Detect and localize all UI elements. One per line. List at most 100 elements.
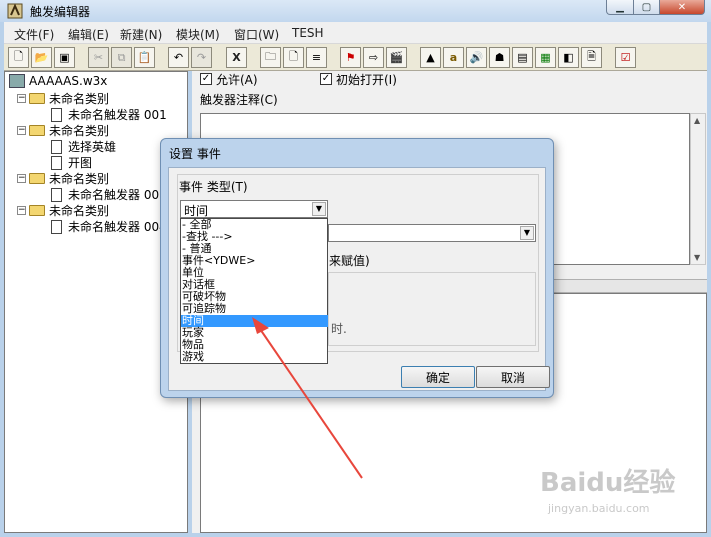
collapse-icon[interactable]: − (17, 126, 26, 135)
close-icon: ✕ (677, 1, 687, 13)
trigger-label: 未命名触发器 003 (68, 188, 167, 202)
test-map-icon[interactable]: 🗎 (581, 47, 602, 68)
sound-icon[interactable]: 🔊 (466, 47, 487, 68)
ai-icon[interactable]: ▤ (512, 47, 533, 68)
grid-icon[interactable]: ▦ (535, 47, 556, 68)
document-icon (51, 139, 62, 154)
ok-button[interactable]: 确定 (401, 366, 475, 388)
copy-icon[interactable]: ⧉ (111, 47, 132, 68)
clapper-icon[interactable]: 🎬 (386, 47, 407, 68)
import-icon[interactable]: ◧ (558, 47, 579, 68)
watermark: Baidu经验 jingyan.baidu.com (540, 462, 700, 532)
parameter-label: 来赋值) (329, 254, 370, 268)
save-icon[interactable]: ▣ (54, 47, 75, 68)
folder-icon (29, 93, 45, 104)
maximize-button[interactable]: ▢ (633, 0, 660, 15)
maximize-icon: ▢ (641, 1, 652, 13)
set-event-dialog: 设置 事件 事件 类型(T) 时间 ▼ ▼ 来赋值) 时. - 全部 -查找 --… (160, 138, 554, 398)
dialog-body: 事件 类型(T) 时间 ▼ ▼ 来赋值) 时. - 全部 -查找 ---> - 普通… (168, 167, 550, 391)
chevron-down-icon[interactable]: ▼ (520, 226, 534, 240)
redo-icon[interactable]: ↷ (191, 47, 212, 68)
category-label: 未命名类别 (49, 124, 110, 138)
undo-icon[interactable]: ↶ (168, 47, 189, 68)
menu-module[interactable]: 模块(M) (176, 26, 220, 43)
event-type-label: 事件 类型(T) (179, 180, 248, 194)
trigger-label: 未命名触发器 004 (68, 220, 167, 234)
tree-trigger[interactable]: 选择英雄 (51, 138, 116, 155)
document-icon (51, 155, 62, 170)
tree-root-label: AAAAAS.w3x (29, 74, 108, 88)
tree-trigger[interactable]: 开图 (51, 154, 92, 171)
unit-icon[interactable]: ☗ (489, 47, 510, 68)
scroll-up-icon[interactable]: ▲ (694, 116, 700, 125)
event-type-dropdown-list[interactable]: - 全部 -查找 ---> - 普通 事件<YDWE> 单位 对话框 可破坏物 可追踪物 时间玩… (180, 218, 328, 364)
menu-window[interactable]: 窗口(W) (234, 26, 279, 43)
new-comment-icon[interactable]: ≡ (306, 47, 327, 68)
export-icon[interactable]: ⇨ (363, 47, 384, 68)
menu-bar: 文件(F) 编辑(E) 新建(N) 模块(M) 窗口(W) TESH (4, 22, 707, 44)
event-description-group (328, 272, 536, 346)
object-editor-icon[interactable]: a (443, 47, 464, 68)
category-label: 未命名类别 (49, 92, 110, 106)
folder-icon (29, 205, 45, 216)
tree-root[interactable]: AAAAAS.w3x (9, 74, 107, 88)
watermark-url: jingyan.baidu.com (548, 502, 650, 515)
new-category-icon[interactable]: 🗀 (260, 47, 281, 68)
tree-trigger[interactable]: 未命名触发器 003 (51, 186, 167, 203)
new-trigger-icon[interactable]: 🗋 (283, 47, 304, 68)
event-type-select[interactable]: 时间 ▼ (180, 200, 328, 218)
cut-icon[interactable]: ✂ (88, 47, 109, 68)
document-icon (51, 219, 62, 234)
chevron-down-icon[interactable]: ▼ (312, 202, 326, 216)
window-title: 触发编辑器 (30, 5, 91, 19)
terrain-icon[interactable]: ▲ (420, 47, 441, 68)
menu-file[interactable]: 文件(F) (14, 26, 54, 43)
menu-edit[interactable]: 编辑(E) (68, 26, 109, 43)
enable-checkbox[interactable]: ✓ (200, 73, 212, 85)
tree-category[interactable]: − 未命名类别 (17, 122, 109, 139)
menu-new[interactable]: 新建(N) (120, 26, 162, 43)
new-file-icon[interactable]: 🗋 (8, 47, 29, 68)
toolbar: 🗋 📂 ▣ ✂ ⧉ 📋 ↶ ↷ X 🗀 🗋 ≡ ⚑ ⇨ 🎬 ▲ a 🔊 ☗ ▤ … (4, 44, 707, 71)
folder-icon (29, 125, 45, 136)
collapse-icon[interactable]: − (17, 94, 26, 103)
app-icon (7, 3, 23, 19)
comment-label: 触发器注释(C) (200, 93, 278, 107)
tree-category[interactable]: − 未命名类别 (17, 202, 109, 219)
trigger-label: 开图 (68, 156, 93, 170)
test-run-icon[interactable]: ☑ (615, 47, 636, 68)
dropdown-option[interactable]: 游戏 (181, 351, 328, 363)
minimize-button[interactable]: ▁ (606, 0, 634, 15)
document-icon (51, 187, 62, 202)
document-icon (51, 107, 62, 122)
trigger-label: 选择英雄 (68, 140, 117, 154)
tree-category[interactable]: − 未命名类别 (17, 170, 109, 187)
close-button[interactable]: ✕ (659, 0, 705, 15)
title-bar (0, 0, 711, 22)
initially-on-checkbox[interactable]: ✓ (320, 73, 332, 85)
event-description: 时. (331, 322, 347, 336)
collapse-icon[interactable]: − (17, 174, 26, 183)
folder-icon (29, 173, 45, 184)
tree-trigger[interactable]: 未命名触发器 004 (51, 218, 167, 235)
trigger-label: 未命名触发器 001 (68, 108, 167, 122)
menu-tesh[interactable]: TESH (292, 26, 324, 40)
paste-icon[interactable]: 📋 (134, 47, 155, 68)
cancel-button[interactable]: 取消 (476, 366, 550, 388)
minimize-icon: ▁ (616, 1, 624, 13)
delete-icon[interactable]: X (226, 47, 247, 68)
tree-category[interactable]: − 未命名类别 (17, 90, 109, 107)
category-label: 未命名类别 (49, 172, 110, 186)
tree-trigger[interactable]: 未命名触发器 001 (51, 106, 167, 123)
comment-scrollbar[interactable]: ▲ ▼ (690, 113, 706, 265)
open-folder-icon[interactable]: 📂 (31, 47, 52, 68)
enable-label: 允许(A) (216, 73, 258, 87)
watermark-brand: Baidu经验 (540, 468, 676, 498)
scroll-down-icon[interactable]: ▼ (694, 253, 700, 262)
map-icon (9, 74, 25, 88)
category-label: 未命名类别 (49, 204, 110, 218)
flag-icon[interactable]: ⚑ (340, 47, 361, 68)
event-type-value: 时间 (184, 204, 209, 218)
event-select[interactable]: ▼ (328, 224, 536, 242)
collapse-icon[interactable]: − (17, 206, 26, 215)
